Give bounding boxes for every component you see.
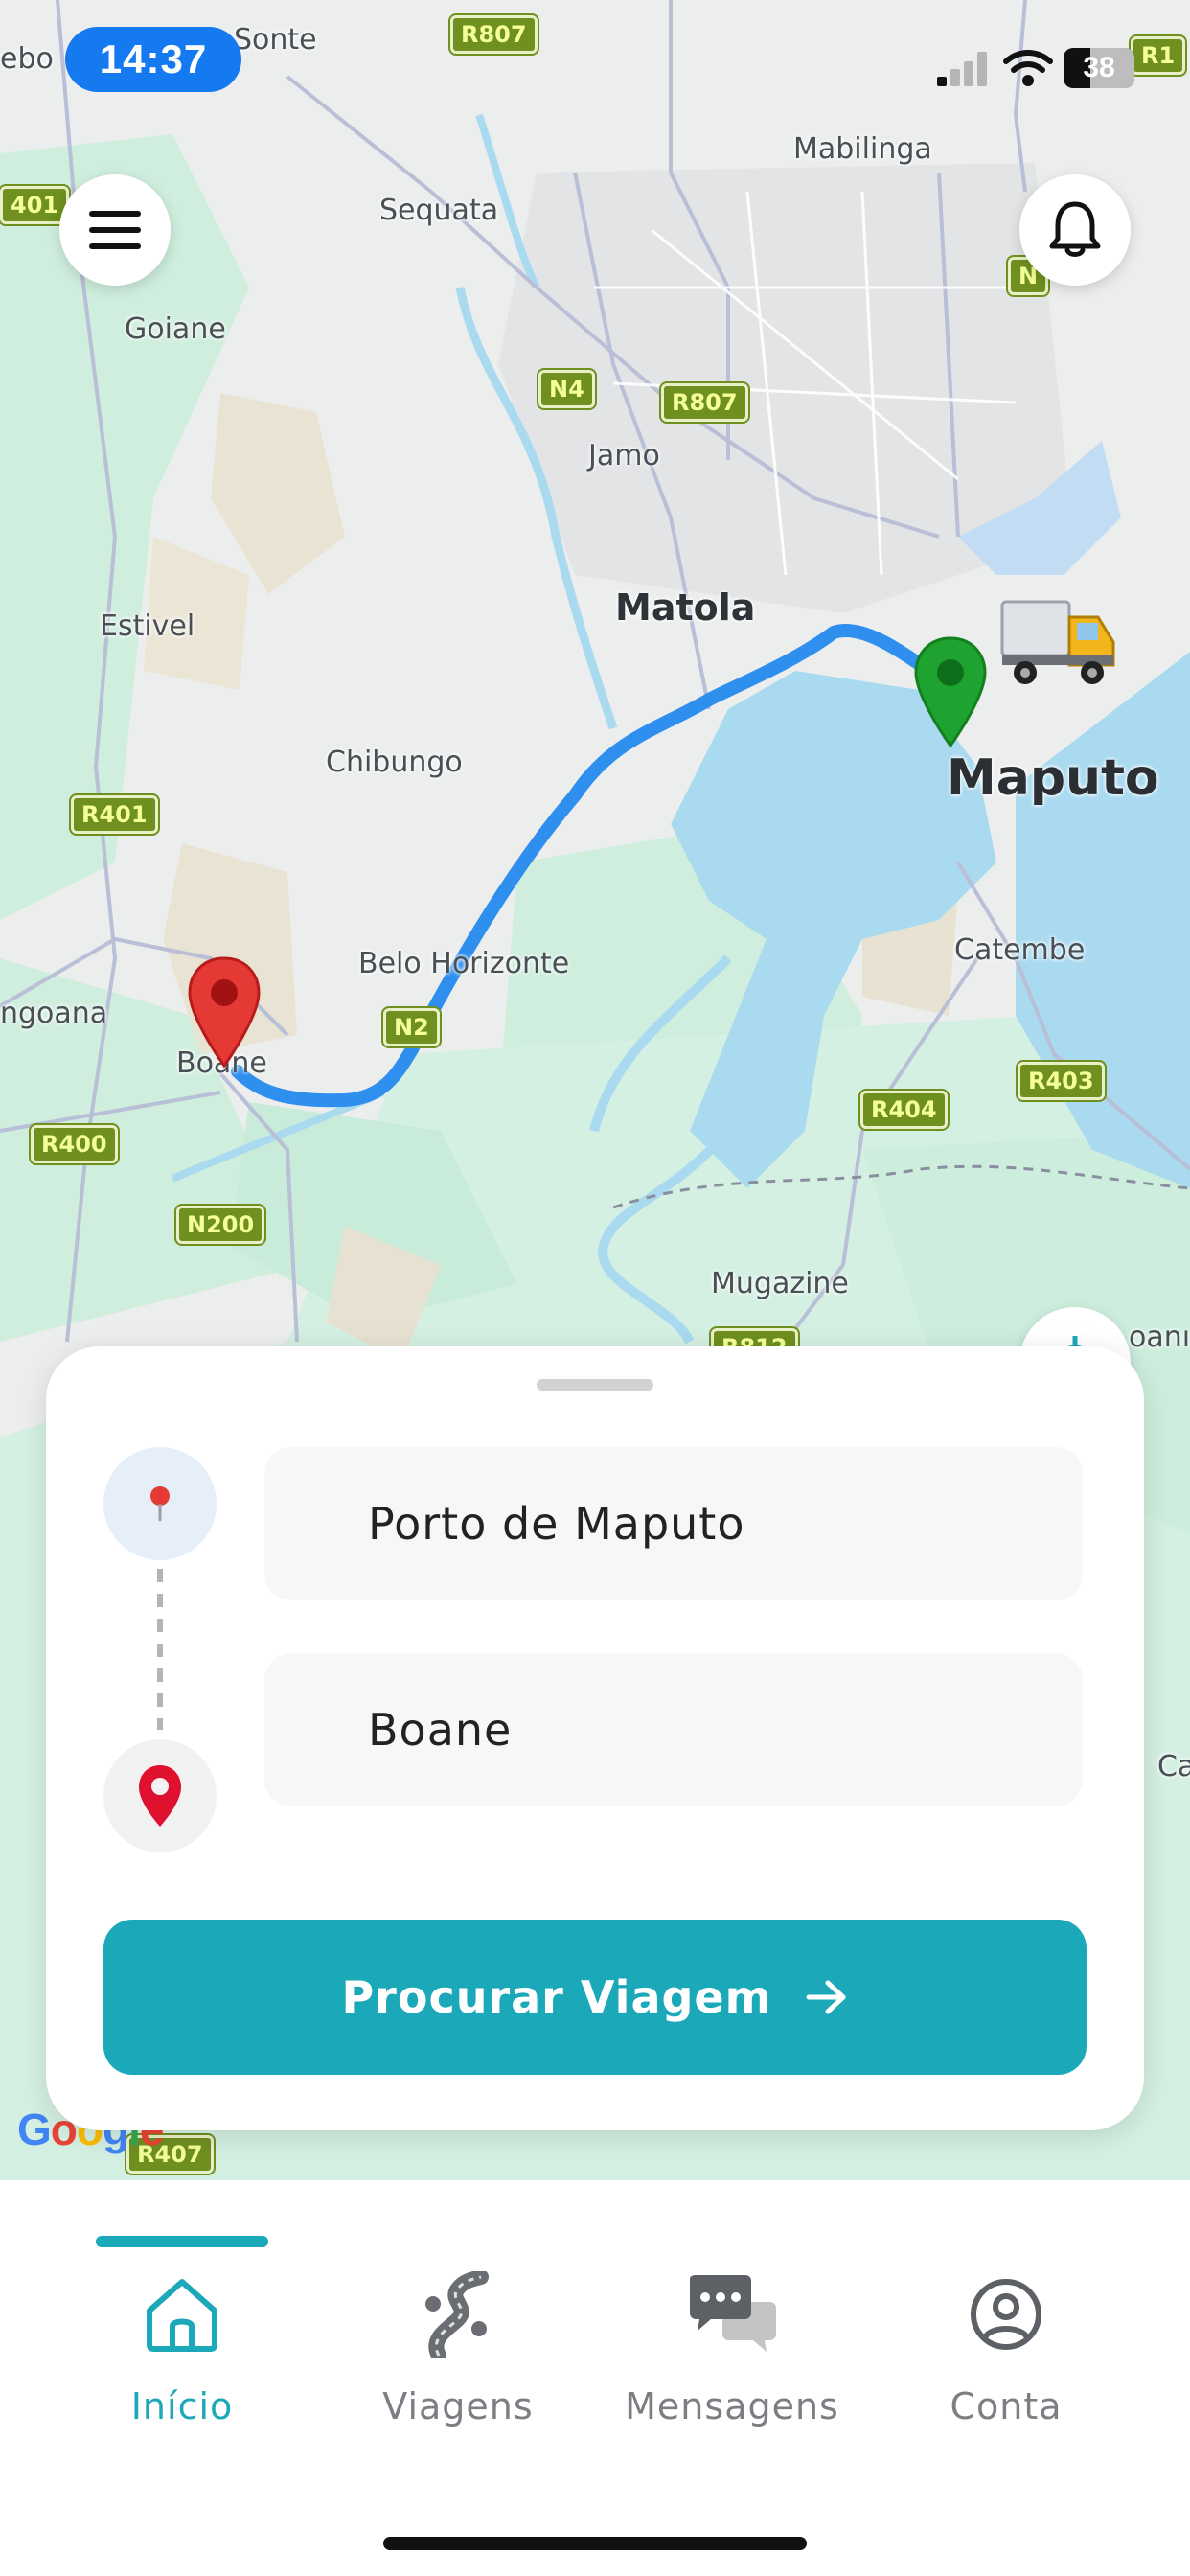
tab-label: Mensagens xyxy=(625,2385,839,2427)
status-bar: 14:37 38 xyxy=(0,0,1190,125)
tab-label: Conta xyxy=(950,2385,1063,2427)
place-label: Mabilinga xyxy=(793,132,932,166)
active-tab-indicator xyxy=(96,2236,268,2247)
origin-indicator xyxy=(103,1447,217,1560)
place-label: Ca xyxy=(1157,1750,1190,1783)
truck-icon xyxy=(1000,600,1115,684)
road-shield: R403 xyxy=(1018,1062,1105,1100)
bottom-tab-bar: Início Viagens Mensagens Conta xyxy=(0,2180,1190,2576)
battery-level: 38 xyxy=(1083,52,1115,83)
location-pin-icon xyxy=(139,1765,181,1827)
cellular-signal-icon xyxy=(937,52,987,86)
place-label: Chibungo xyxy=(326,746,463,779)
origin-field[interactable]: Porto de Maputo xyxy=(264,1447,1083,1600)
tab-inicio[interactable]: Início xyxy=(57,2266,307,2449)
menu-button[interactable] xyxy=(59,174,171,286)
place-label: oanı xyxy=(1129,1321,1190,1354)
search-trip-label: Procurar Viagem xyxy=(341,1971,772,2023)
place-label: Estivel xyxy=(100,610,195,643)
place-label: Maputo xyxy=(947,749,1159,807)
road-shield: N2 xyxy=(383,1008,440,1046)
home-icon xyxy=(142,2266,222,2362)
place-label: Jamo xyxy=(588,439,660,472)
bell-icon xyxy=(1049,201,1101,257)
tab-viagens[interactable]: Viagens xyxy=(333,2266,583,2449)
place-label: Catembe xyxy=(954,933,1086,967)
road-icon xyxy=(420,2266,496,2362)
tab-mensagens[interactable]: Mensagens xyxy=(607,2266,857,2449)
route-connector-line xyxy=(157,1569,163,1730)
destination-field[interactable]: Boane xyxy=(264,1653,1083,1806)
trip-search-sheet: Porto de Maputo Boane Procurar Viagem xyxy=(46,1346,1144,2130)
road-shield: 401 xyxy=(0,186,70,224)
user-circle-icon xyxy=(968,2266,1044,2362)
road-shield: R807 xyxy=(661,383,748,422)
road-shield: N200 xyxy=(176,1206,265,1244)
road-shield: N4 xyxy=(538,370,595,408)
place-label: Belo Horizonte xyxy=(358,947,570,980)
origin-pin-icon xyxy=(150,1486,170,1521)
notifications-button[interactable] xyxy=(1019,174,1131,286)
road-shield: R404 xyxy=(860,1091,948,1129)
battery-icon: 38 xyxy=(1064,48,1134,88)
search-trip-button[interactable]: Procurar Viagem xyxy=(103,1920,1087,2075)
destination-map-pin-icon[interactable] xyxy=(184,954,264,1070)
home-indicator xyxy=(383,2537,807,2550)
tab-label: Viagens xyxy=(382,2385,534,2427)
status-time: 14:37 xyxy=(65,27,241,92)
wifi-icon xyxy=(1003,50,1053,86)
tab-label: Início xyxy=(130,2385,234,2427)
origin-map-pin-icon[interactable] xyxy=(910,634,991,749)
place-label: ngoana xyxy=(0,997,108,1030)
sheet-drag-handle[interactable] xyxy=(537,1379,653,1391)
place-label: Sequata xyxy=(379,194,499,227)
road-shield: R401 xyxy=(71,795,158,834)
destination-indicator xyxy=(103,1739,217,1852)
tab-conta[interactable]: Conta xyxy=(881,2266,1131,2449)
arrow-right-icon xyxy=(805,1978,849,2016)
place-label: Goiane xyxy=(125,312,226,346)
place-label: Mugazine xyxy=(711,1267,849,1300)
chat-bubbles-icon xyxy=(686,2266,778,2362)
hamburger-menu-icon xyxy=(89,211,141,249)
road-shield: R400 xyxy=(31,1125,118,1163)
place-label: Matola xyxy=(615,586,756,629)
